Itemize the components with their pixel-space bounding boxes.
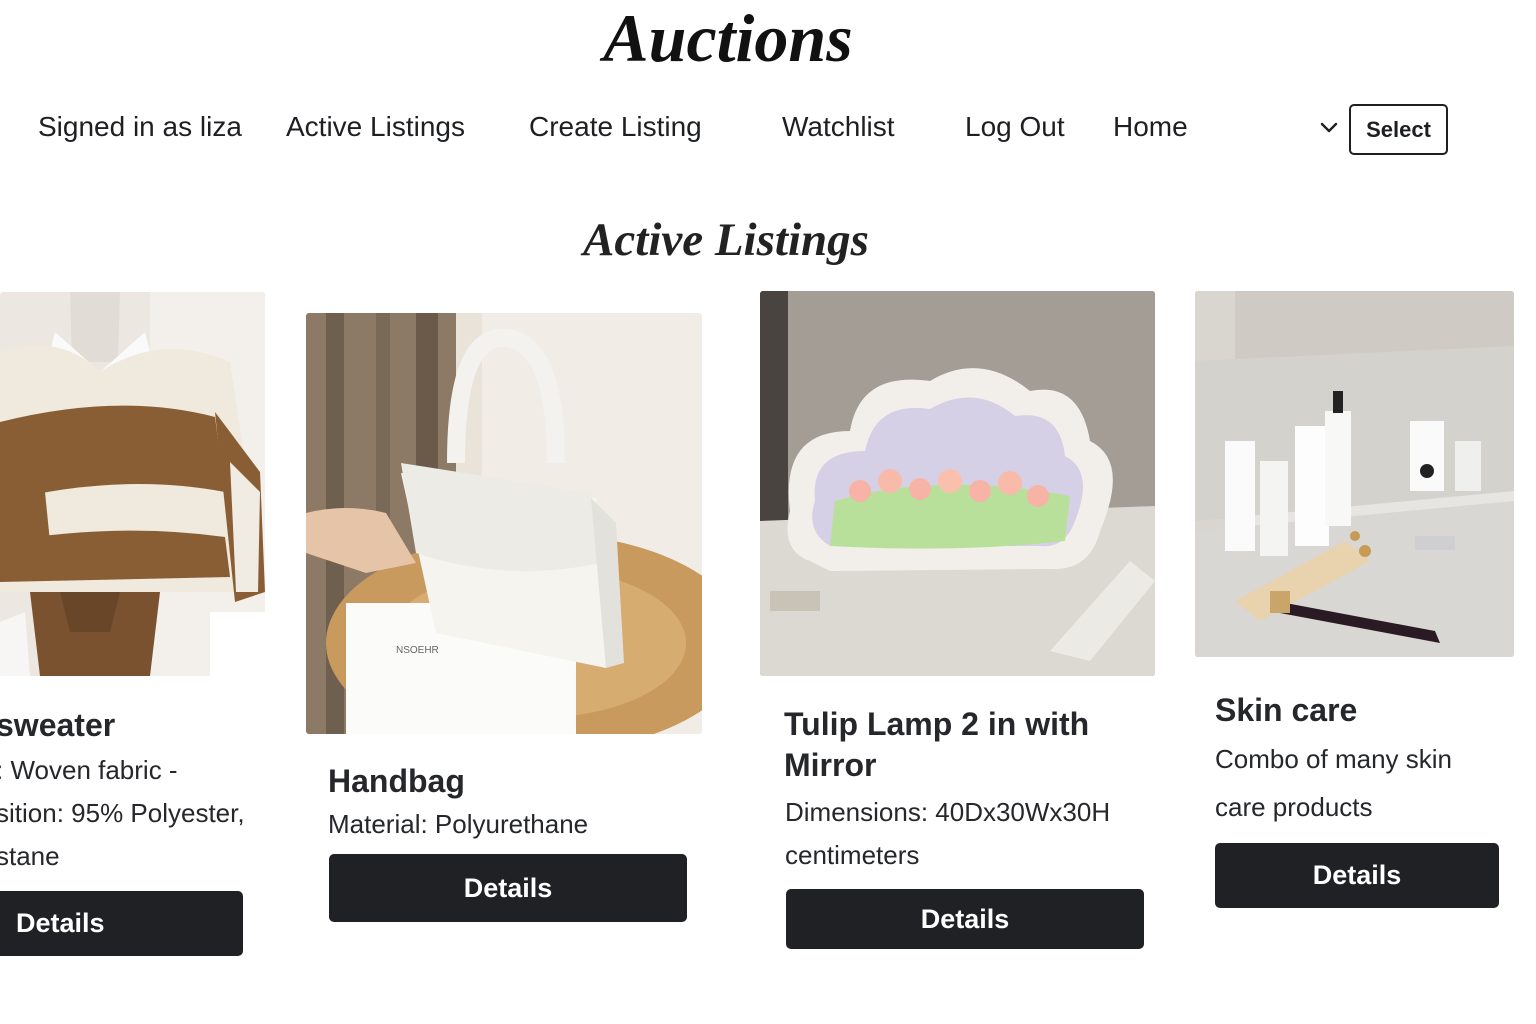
nav-log-out[interactable]: Log Out [965, 110, 1065, 144]
description-line: centimeters [785, 840, 920, 870]
listing-description: Combo of many skin care products [1215, 735, 1515, 831]
listing-description: Dimensions: 40Dx30Wx30H centimeters [785, 791, 1155, 877]
skin-care-image[interactable] [1195, 291, 1514, 657]
listing-title-line: Mirror [784, 747, 877, 783]
listing-title: sweater [0, 707, 116, 743]
sweater-image[interactable] [0, 292, 265, 676]
signed-in-label: Signed in as liza [38, 111, 242, 142]
handbag-image[interactable]: NSOEHR [306, 313, 702, 734]
tulip-lamp-image[interactable] [760, 291, 1155, 676]
listing-title: Skin care [1215, 692, 1358, 728]
description-line: : Woven fabric - [0, 755, 178, 785]
details-button[interactable]: Details [329, 854, 687, 922]
site-title: Auctions [603, 0, 853, 76]
details-button[interactable]: Details [0, 891, 243, 956]
listing-description: Material: Polyurethane [328, 803, 698, 846]
description-line: Combo of many skin [1215, 744, 1452, 774]
listing-title: Handbag [328, 763, 465, 799]
nav-create-listing[interactable]: Create Listing [529, 110, 702, 144]
listing-title-line: Tulip Lamp 2 in with [784, 706, 1090, 742]
description-line: Dimensions: 40Dx30Wx30H [785, 797, 1111, 827]
description-line: stane [0, 841, 60, 871]
description-line: care products [1215, 792, 1373, 822]
nav-watchlist[interactable]: Watchlist [782, 110, 895, 144]
description-line: sition: 95% Polyester, [0, 798, 245, 828]
svg-text:NSOEHR: NSOEHR [396, 645, 439, 656]
details-button[interactable]: Details [1215, 843, 1499, 908]
listing-description: : Woven fabric - sition: 95% Polyester, … [0, 749, 266, 878]
description-line: Material: Polyurethane [328, 809, 589, 839]
details-button[interactable]: Details [786, 889, 1144, 949]
active-listings-heading: Active Listings [583, 214, 869, 266]
category-select[interactable]: Select [1349, 104, 1448, 155]
nav-home[interactable]: Home [1113, 110, 1188, 144]
chevron-down-icon[interactable] [1318, 118, 1340, 138]
nav-active-listings[interactable]: Active Listings [286, 110, 465, 144]
listing-title: Tulip Lamp 2 in with Mirror [784, 704, 1089, 786]
auctions-page: Auctions Signed in as liza Active Listin… [0, 0, 1536, 1024]
